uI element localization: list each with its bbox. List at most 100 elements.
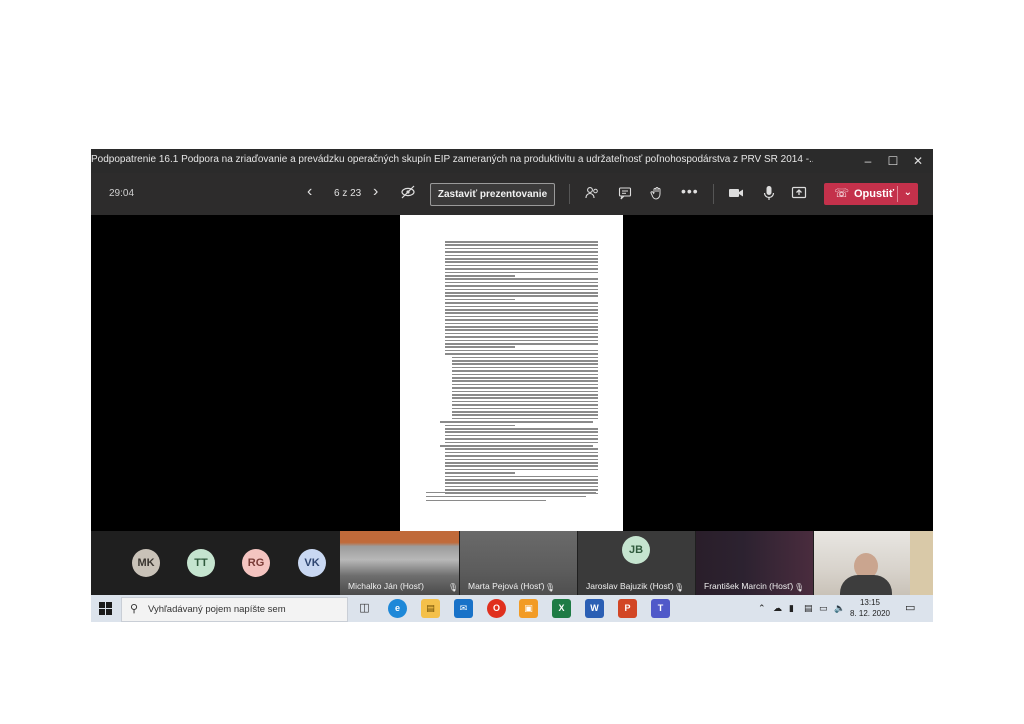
document-text-line [445,343,598,345]
leave-label: Opustiť [854,188,895,200]
cloud-sync-icon[interactable]: ☁ [773,603,782,614]
document-text-line [440,421,593,423]
document-text-line [445,349,598,352]
network-icon[interactable]: ▤ [804,603,813,614]
participants-icon[interactable] [584,185,600,204]
document-text-line [445,441,598,444]
participant-avatar: JB [622,536,650,564]
display-icon[interactable]: ▭ [819,603,828,614]
minimize-button[interactable]: – [859,152,877,170]
document-text-line [445,315,598,318]
document-text-line [452,417,598,420]
document-text-line [445,285,598,287]
document-text-line [452,370,598,372]
document-text-line [452,404,598,406]
document-text-line [445,268,598,270]
document-text-line [445,458,598,461]
document-text-line [452,360,598,362]
microphone-icon[interactable] [762,185,776,204]
leave-button[interactable]: ☏ Opustiť ⌄ [824,183,918,205]
self-video-tile[interactable] [814,531,933,595]
notifications-icon[interactable]: ▭ [905,601,915,614]
task-view-icon[interactable]: ◫ [355,599,374,618]
document-text-line [445,258,598,260]
document-text-line [445,489,598,491]
document-text-line [452,380,598,382]
document-footnote-line [426,496,586,498]
taskbar-search-box[interactable]: ⚲ Vyhľadávaný pojem napíšte sem [121,597,348,622]
document-text-line [440,445,593,447]
document-text-line [445,288,598,291]
clock-time: 13:15 [859,598,881,607]
document-text-line [445,431,598,433]
document-text-line [445,479,598,481]
document-text-line [445,264,598,267]
document-footnote-line [426,492,596,494]
document-text-line [445,298,515,301]
participant-video-tile[interactable]: JB Jaroslav Bajuzik (Hosť) 🎙 [578,531,695,595]
meeting-toolbar: 29:04 ‹ 6 z 23 › Zastaviť prezentovanie … [91,173,933,215]
document-text-line [445,302,598,304]
participant-video-tile[interactable]: František Marcin (Hosť) 🎙 [696,531,813,595]
clock-date: 8. 12. 2020 [849,609,891,618]
document-footnote-line [426,500,546,502]
stop-presenting-button[interactable]: Zastaviť prezentovanie [430,183,555,206]
windows-start-icon[interactable] [99,602,112,620]
document-text-line [445,305,598,308]
document-text-line [445,451,598,454]
powerpoint-icon[interactable]: P [618,599,637,618]
edge-browser-icon[interactable]: e [388,599,407,618]
battery-icon[interactable]: ▮ [789,603,794,614]
document-text-line [445,271,598,274]
document-text-line [445,336,598,338]
document-text-line [452,394,598,396]
document-text-line [445,448,598,450]
close-button[interactable]: ✕ [909,152,927,170]
teams-icon[interactable]: T [651,599,670,618]
volume-icon[interactable]: 🔈 [834,603,845,614]
excel-icon[interactable]: X [552,599,571,618]
page-indicator: 6 z 23 [334,188,362,199]
document-text-line [445,434,598,437]
chat-icon[interactable] [617,185,633,204]
participant-avatar[interactable]: VK [298,549,326,577]
shared-document-page[interactable] [400,215,623,531]
raise-hand-icon[interactable] [649,185,665,204]
windows-taskbar: ⚲ Vyhľadávaný pojem napíšte sem ◫ e ▤ ✉ … [91,595,933,622]
maximize-button[interactable]: ☐ [884,152,902,170]
document-text-line [445,251,598,253]
document-text-line [445,322,598,325]
opera-browser-icon[interactable]: O [487,599,506,618]
participant-video-tile[interactable]: Michalko Ján (Hosť) 🎙 [340,531,459,595]
toolbar-divider [569,184,570,204]
previous-page-icon[interactable]: ‹ [307,183,312,201]
document-text-line [452,377,598,379]
file-explorer-icon[interactable]: ▤ [421,599,440,618]
camera-icon[interactable] [728,186,744,203]
system-clock[interactable]: 13:15 8. 12. 2020 [848,597,892,619]
photos-app-icon[interactable]: ▣ [519,599,538,618]
mail-icon[interactable]: ✉ [454,599,473,618]
document-text-line [452,387,598,389]
show-hidden-icons-icon[interactable]: ⌃ [758,603,766,614]
more-options-icon[interactable]: ••• [681,183,699,199]
document-text-line [445,428,598,430]
share-screen-icon[interactable] [791,185,807,204]
word-icon[interactable]: W [585,599,604,618]
mic-muted-icon: 🎙 [448,583,459,592]
document-text-line [445,247,598,250]
participant-avatar[interactable]: TT [187,549,215,577]
chevron-down-icon[interactable]: ⌄ [904,187,912,198]
participant-video-tile[interactable]: Marta Pejová (Hosť) 🎙 [460,531,577,595]
document-text-line [452,383,598,386]
document-text-line [452,390,598,393]
participant-avatar[interactable]: RG [242,549,270,577]
hide-eye-icon[interactable] [400,184,416,203]
participant-avatar[interactable]: MK [132,549,160,577]
document-text-line [452,356,598,359]
document-text-line [445,312,598,314]
document-text-line [452,373,598,376]
window-light-shape [910,531,933,595]
next-page-icon[interactable]: › [373,183,378,201]
document-text-line [452,397,598,399]
